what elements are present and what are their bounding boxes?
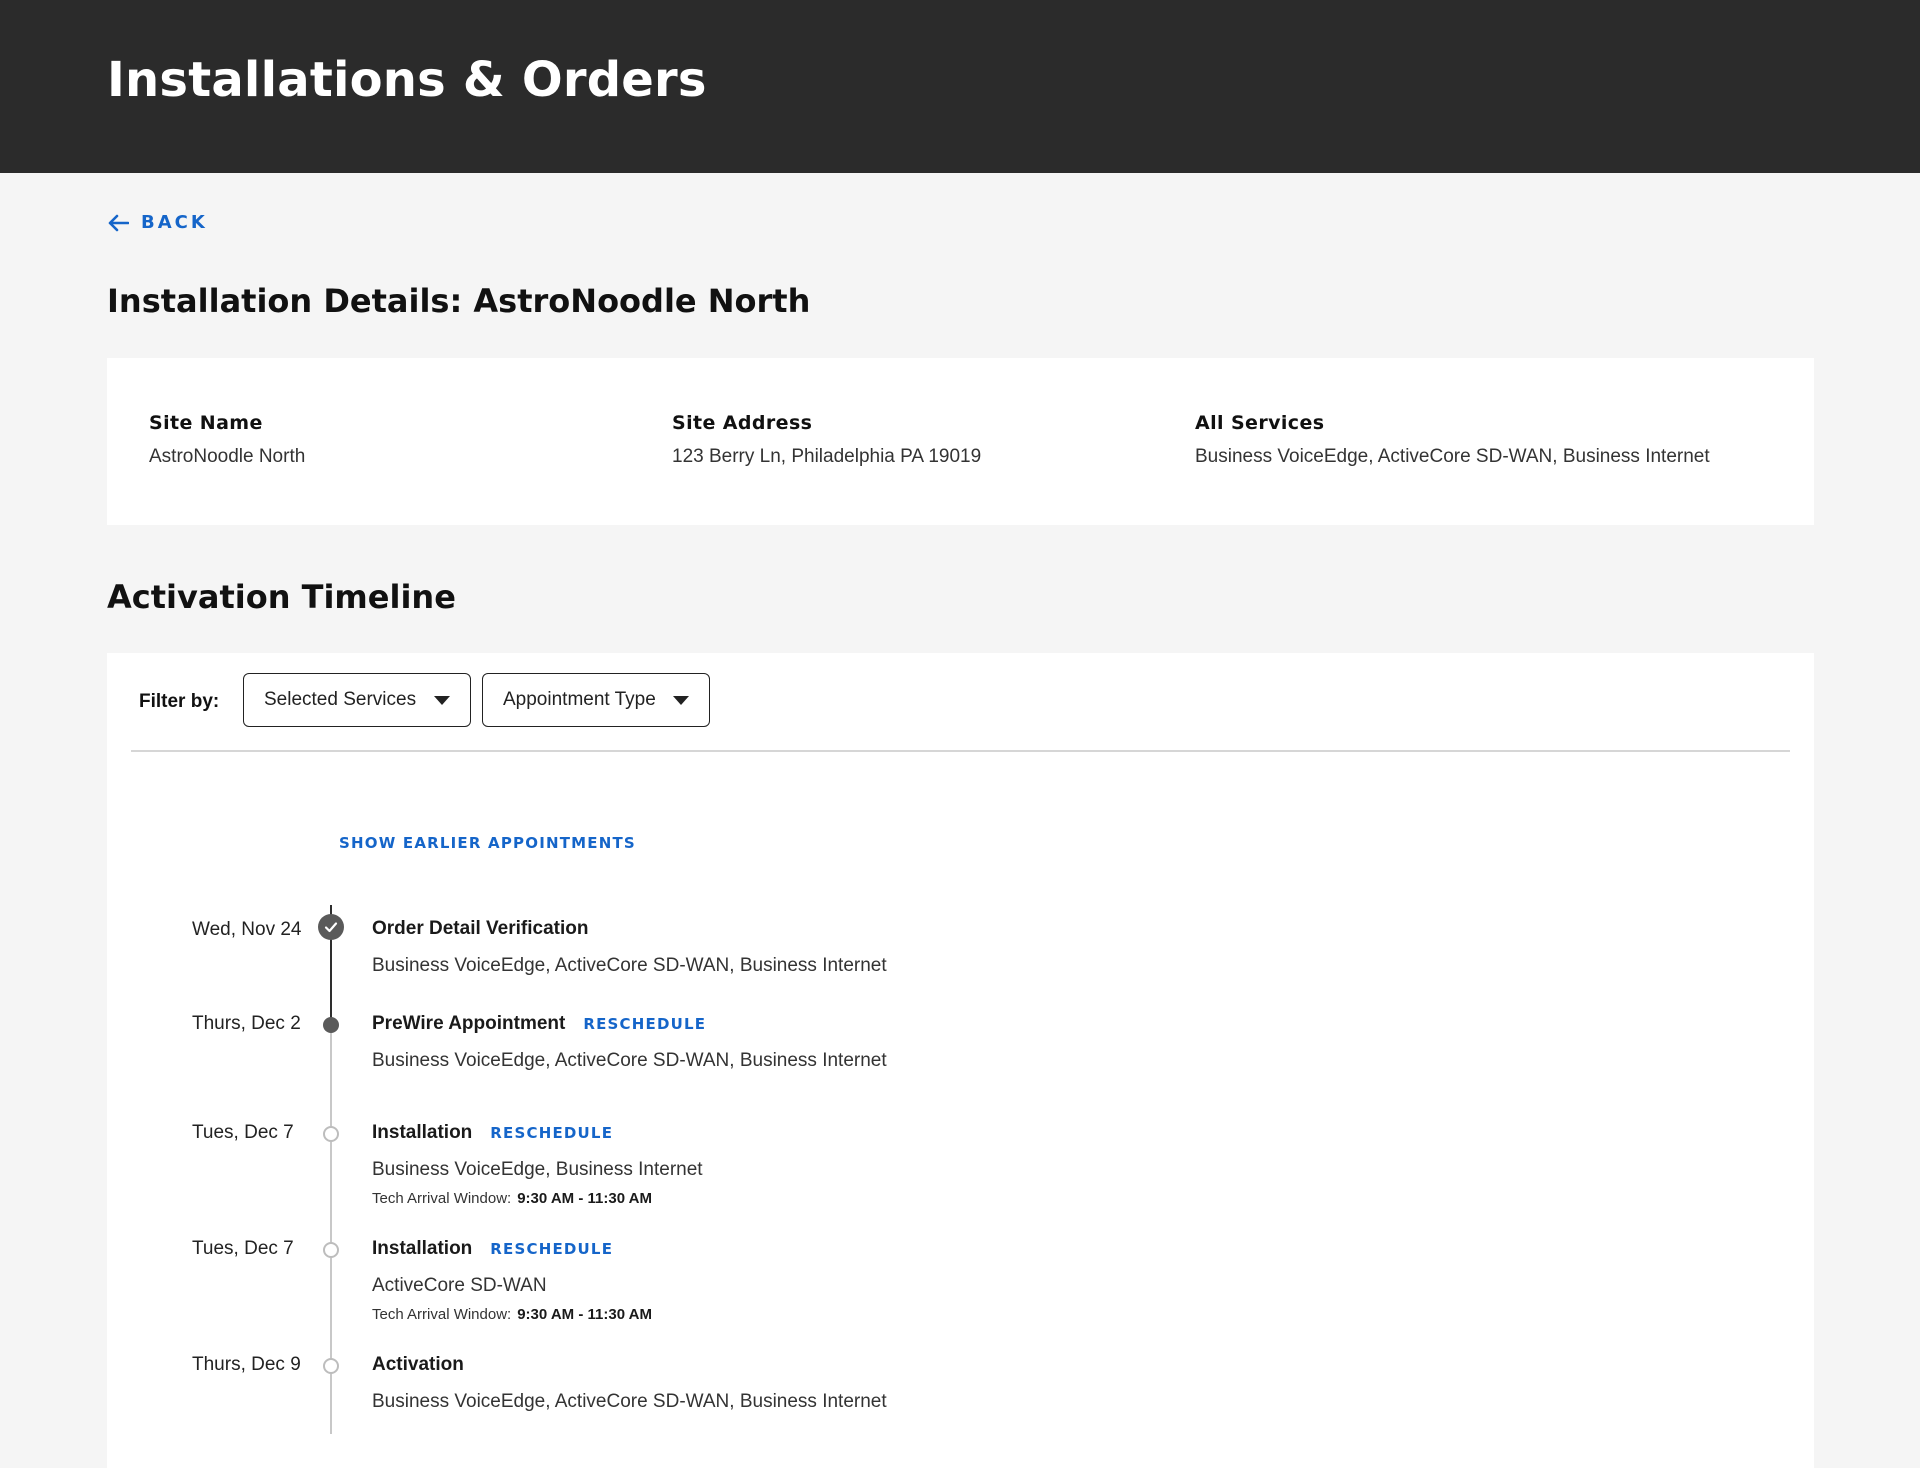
event-title-row: Order Detail Verification	[372, 918, 588, 940]
check-circle-icon	[318, 914, 344, 940]
event-title: Installation	[372, 1122, 473, 1143]
filter-divider	[131, 750, 1790, 752]
timeline-section-title: Activation Timeline	[107, 578, 456, 616]
tech-arrival-window: Tech Arrival Window: 9:30 AM - 11:30 AM	[372, 1190, 652, 1207]
tech-window-value: 9:30 AM - 11:30 AM	[517, 1190, 652, 1207]
appointment-type-label: Appointment Type	[503, 689, 656, 710]
activation-timeline-card: Filter by: Selected Services Appointment…	[107, 653, 1814, 1468]
check-icon	[324, 922, 338, 933]
site-name-label: Site Name	[149, 412, 263, 434]
event-services: Business VoiceEdge, Business Internet	[372, 1159, 703, 1180]
site-address-label: Site Address	[672, 412, 813, 434]
tech-window-label: Tech Arrival Window:	[372, 1190, 512, 1207]
upcoming-step-circle-icon	[323, 1242, 339, 1258]
tech-window-value: 9:30 AM - 11:30 AM	[517, 1306, 652, 1323]
filter-label: Filter by:	[139, 691, 220, 712]
event-title-row: PreWire Appointment RESCHEDULE	[372, 1013, 706, 1035]
event-date: Tues, Dec 7	[192, 1122, 294, 1143]
event-date: Wed, Nov 24	[192, 919, 302, 940]
selected-services-dropdown[interactable]: Selected Services	[243, 673, 471, 727]
current-step-dot-icon	[323, 1017, 339, 1033]
top-bar: Installations & Orders	[0, 0, 1920, 173]
caret-down-icon	[434, 696, 450, 705]
site-address-value: 123 Berry Ln, Philadelphia PA 19019	[672, 446, 982, 467]
event-title-row: Installation RESCHEDULE	[372, 1122, 613, 1144]
event-title: PreWire Appointment	[372, 1013, 566, 1034]
event-services: ActiveCore SD-WAN	[372, 1275, 547, 1296]
event-services: Business VoiceEdge, ActiveCore SD-WAN, B…	[372, 1391, 887, 1412]
arrow-left-icon	[108, 214, 129, 231]
show-earlier-appointments-link[interactable]: SHOW EARLIER APPOINTMENTS	[339, 834, 636, 852]
event-title: Installation	[372, 1238, 473, 1259]
all-services-label: All Services	[1195, 412, 1325, 434]
appointment-type-dropdown[interactable]: Appointment Type	[482, 673, 710, 727]
event-title-row: Installation RESCHEDULE	[372, 1238, 613, 1260]
tech-arrival-window: Tech Arrival Window: 9:30 AM - 11:30 AM	[372, 1306, 652, 1323]
event-title-row: Activation	[372, 1354, 464, 1376]
reschedule-link[interactable]: RESCHEDULE	[490, 1124, 613, 1142]
site-name-field: Site Name AstroNoodle North	[149, 412, 305, 468]
event-date: Thurs, Dec 9	[192, 1354, 301, 1375]
app-title: Installations & Orders	[107, 52, 707, 108]
event-services: Business VoiceEdge, ActiveCore SD-WAN, B…	[372, 1050, 887, 1071]
upcoming-step-circle-icon	[323, 1126, 339, 1142]
back-label: BACK	[141, 212, 208, 233]
caret-down-icon	[673, 696, 689, 705]
event-services: Business VoiceEdge, ActiveCore SD-WAN, B…	[372, 955, 887, 976]
event-date: Tues, Dec 7	[192, 1238, 294, 1259]
reschedule-link[interactable]: RESCHEDULE	[583, 1015, 706, 1033]
all-services-field: All Services Business VoiceEdge, ActiveC…	[1195, 412, 1710, 468]
back-link[interactable]: BACK	[107, 212, 208, 233]
site-name-value: AstroNoodle North	[149, 446, 306, 467]
all-services-value: Business VoiceEdge, ActiveCore SD-WAN, B…	[1195, 446, 1710, 467]
page-title: Installation Details: AstroNoodle North	[107, 282, 811, 320]
reschedule-link[interactable]: RESCHEDULE	[490, 1240, 613, 1258]
site-address-field: Site Address 123 Berry Ln, Philadelphia …	[672, 412, 981, 468]
event-title: Activation	[372, 1354, 464, 1375]
event-title: Order Detail Verification	[372, 918, 589, 939]
site-details-card: Site Name AstroNoodle North Site Address…	[107, 358, 1814, 525]
upcoming-step-circle-icon	[323, 1358, 339, 1374]
selected-services-label: Selected Services	[264, 689, 417, 710]
event-date: Thurs, Dec 2	[192, 1013, 301, 1034]
tech-window-label: Tech Arrival Window:	[372, 1306, 512, 1323]
